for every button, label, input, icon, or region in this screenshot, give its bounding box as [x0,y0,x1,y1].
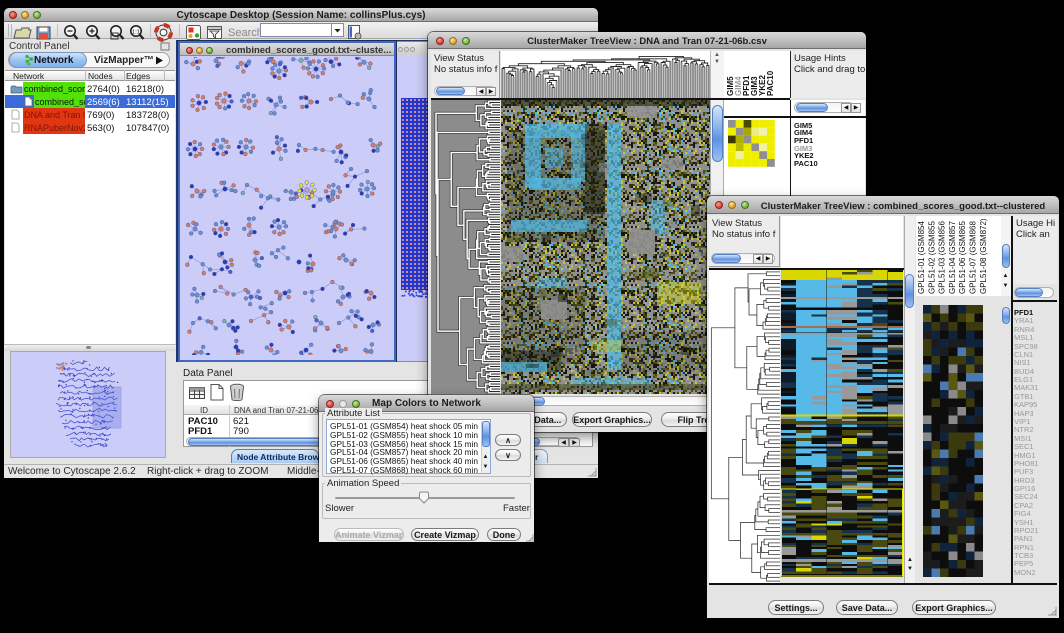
svg-text:GPL51-08 (GSM872): GPL51-08 (GSM872) [979,218,988,294]
svg-text:PAC10: PAC10 [766,70,775,96]
svg-text:1:1: 1:1 [132,30,140,36]
svg-text:GPL51-01 (GSM854: GPL51-01 (GSM854 [917,221,926,294]
svg-text:GPL51-02 (GSM855: GPL51-02 (GSM855 [927,221,936,294]
svg-text:GPL51-03 (GSM856: GPL51-03 (GSM856 [938,221,947,294]
svg-text:GPL51-04 (GSM857: GPL51-04 (GSM857 [948,221,957,294]
svg-text:GPL51-06 (GSM865: GPL51-06 (GSM865 [958,221,967,294]
svg-text:GPL51-07 (GSM868: GPL51-07 (GSM868 [969,221,978,294]
